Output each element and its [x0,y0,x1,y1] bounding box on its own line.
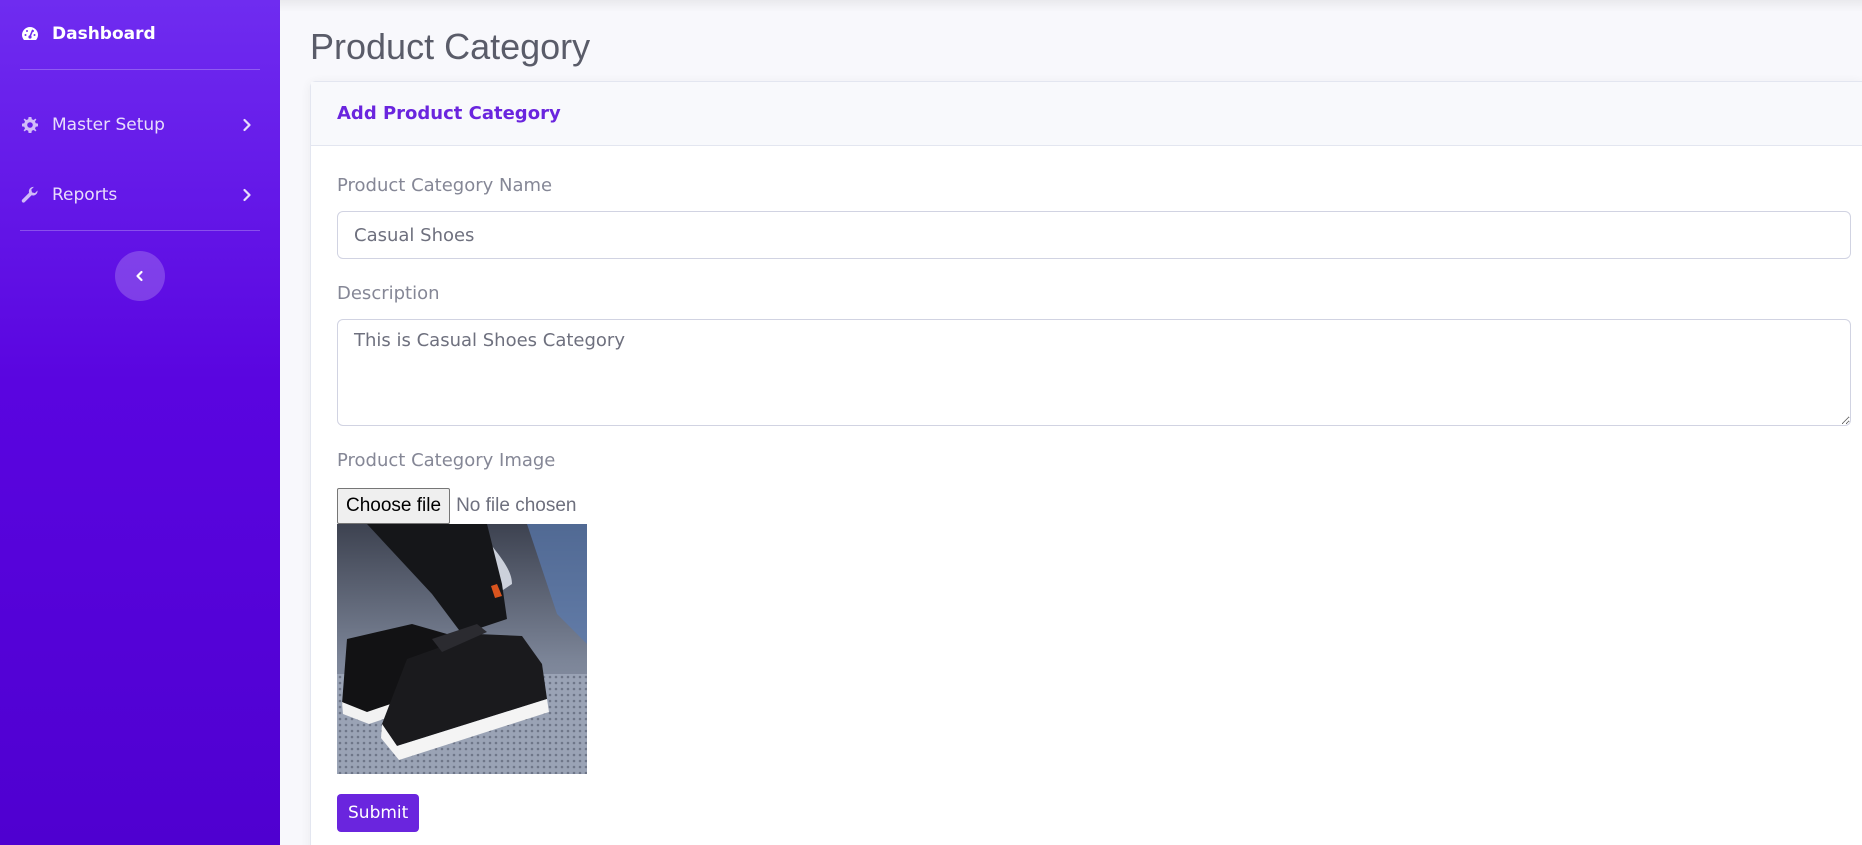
sidebar-item-label: Master Setup [52,115,165,135]
gear-icon [22,117,38,133]
wrench-icon [21,186,38,203]
sidebar-divider [20,69,260,70]
chevron-left-icon [136,270,143,282]
description-textarea[interactable]: This is Casual Shoes Category [337,319,1851,426]
product-category-name-input[interactable] [337,211,1851,259]
choose-file-button[interactable]: Choose file [337,488,451,524]
file-input: Choose file No file chosen [337,488,576,524]
sidebar-divider [20,230,260,231]
product-category-image-preview [337,524,587,774]
product-category-image-label: Product Category Image [337,450,556,471]
chevron-right-icon [243,118,251,132]
sidebar-item-reports[interactable]: Reports [20,177,260,213]
sidebar-toggle-button[interactable] [115,251,165,301]
page-title: Product Category [310,26,591,67]
card-header: Add Product Category [311,82,1862,146]
topbar-shadow [280,0,1862,12]
sidebar-item-label: Reports [52,185,118,205]
sidebar: Dashboard Master Setup Reports [0,0,280,845]
product-category-name-label: Product Category Name [337,175,553,196]
description-label: Description [337,283,440,304]
file-status: No file chosen [456,495,577,516]
sidebar-brand-dashboard[interactable]: Dashboard [20,22,156,46]
tachometer-icon [22,27,38,40]
chevron-right-icon [243,188,251,202]
sidebar-brand-label: Dashboard [52,24,156,44]
card-header-title: Add Product Category [337,103,561,124]
sidebar-item-master-setup[interactable]: Master Setup [20,107,260,143]
submit-button[interactable]: Submit [337,794,420,832]
add-product-category-card: Add Product Category Product Category Na… [310,81,1862,845]
